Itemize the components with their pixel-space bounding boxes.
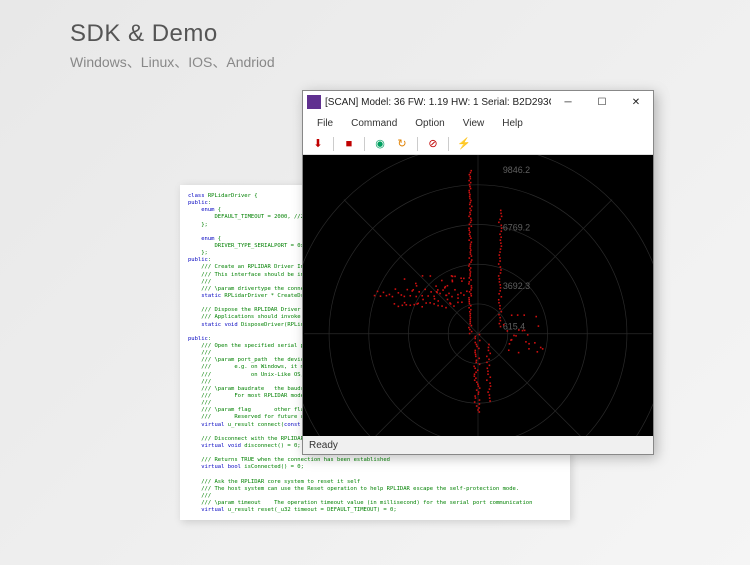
scan-app-window: [SCAN] Model: 36 FW: 1.19 HW: 1 Serial: … (302, 90, 654, 455)
radar-view[interactable]: 9846.2 6769.2 3692.3 615.4 (303, 155, 653, 436)
page-subtitle: Windows、Linux、IOS、Andriod (70, 52, 680, 72)
window-title: [SCAN] Model: 36 FW: 1.19 HW: 1 Serial: … (325, 97, 551, 108)
radar-label-1: 6769.2 (503, 222, 530, 232)
separator (364, 137, 365, 151)
titlebar: [SCAN] Model: 36 FW: 1.19 HW: 1 Serial: … (303, 91, 653, 113)
radar-label-0: 9846.2 (503, 165, 530, 175)
separator (448, 137, 449, 151)
maximize-button[interactable]: ☐ (585, 91, 619, 113)
separator (417, 137, 418, 151)
menubar: File Command Option View Help (303, 113, 653, 133)
close-button[interactable]: ✕ (619, 91, 653, 113)
minimize-button[interactable]: ─ (551, 91, 585, 113)
menu-file[interactable]: File (309, 116, 341, 131)
stop-icon[interactable]: ■ (340, 135, 358, 153)
cancel-icon[interactable]: ⊘ (424, 135, 442, 153)
statusbar: Ready (303, 436, 653, 454)
record-icon[interactable]: ◉ (371, 135, 389, 153)
menu-command[interactable]: Command (343, 116, 405, 131)
refresh-icon[interactable]: ↻ (393, 135, 411, 153)
scan-points (374, 170, 544, 413)
toolbar: ⬇ ■ ◉ ↻ ⊘ ⚡ (303, 133, 653, 155)
menu-help[interactable]: Help (494, 116, 531, 131)
lightning-icon[interactable]: ⚡ (455, 135, 473, 153)
menu-option[interactable]: Option (407, 116, 452, 131)
radar-label-2: 3692.3 (503, 281, 530, 291)
download-icon[interactable]: ⬇ (309, 135, 327, 153)
status-text: Ready (309, 440, 338, 451)
menu-view[interactable]: View (455, 116, 493, 131)
separator (333, 137, 334, 151)
page-title: SDK & Demo (70, 20, 680, 48)
app-icon (307, 95, 321, 109)
radar-plot: 9846.2 6769.2 3692.3 615.4 (303, 155, 653, 436)
